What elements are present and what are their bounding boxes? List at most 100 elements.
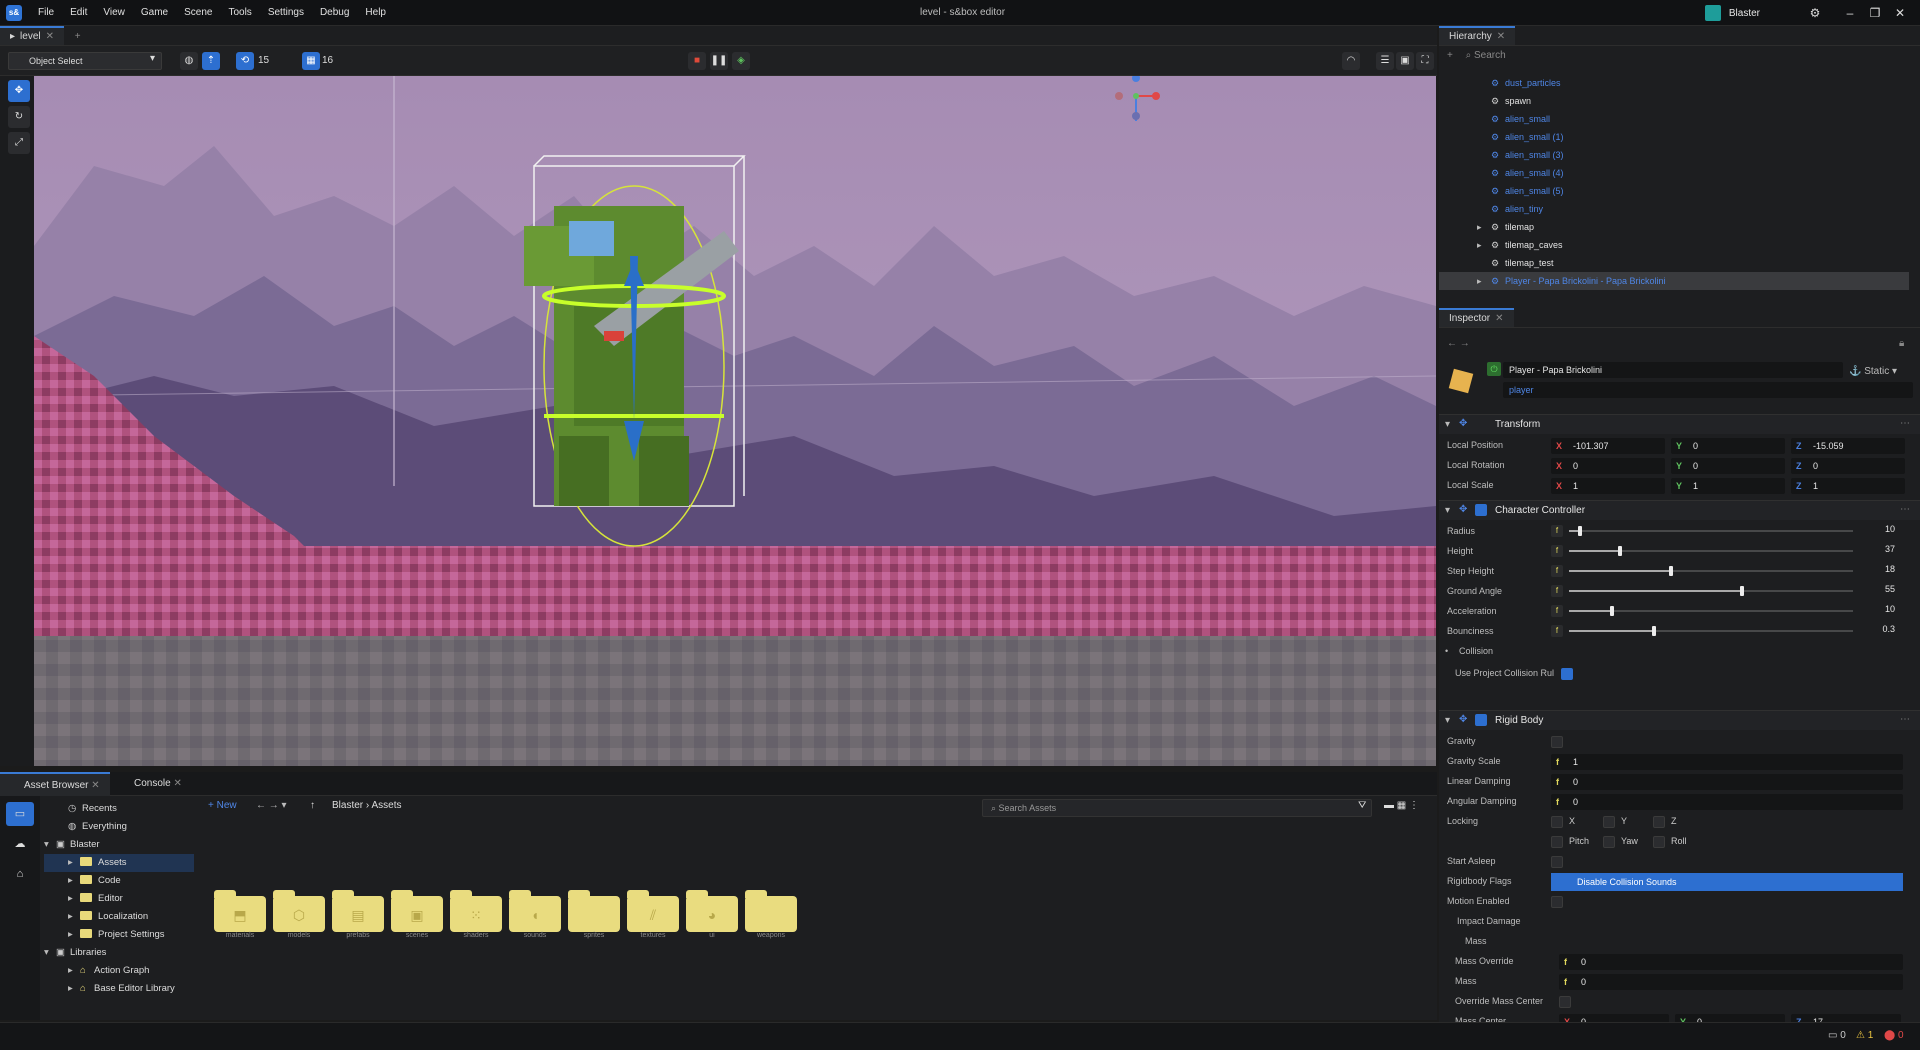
- property-slider[interactable]: f 10: [1551, 603, 1911, 619]
- layers-icon[interactable]: ☰: [1376, 52, 1394, 70]
- use-project-collision-checkbox[interactable]: [1561, 668, 1573, 680]
- menu-item-debug[interactable]: Debug: [312, 0, 357, 26]
- component-menu-icon[interactable]: ⋯: [1900, 418, 1910, 429]
- tree-item[interactable]: ▾ ▣ Libraries: [44, 944, 194, 962]
- slider-value[interactable]: 18: [1885, 564, 1895, 574]
- slider-value[interactable]: 10: [1885, 604, 1895, 614]
- breadcrumb-item[interactable]: Assets: [371, 800, 401, 811]
- snap-value[interactable]: 15: [258, 55, 269, 66]
- vector-x-field[interactable]: X1: [1551, 478, 1665, 494]
- scale-tool-icon[interactable]: ⤢: [8, 132, 30, 154]
- view-icon[interactable]: ▣: [1396, 52, 1414, 70]
- close-icon[interactable]: ✕: [1880, 0, 1920, 26]
- property-slider[interactable]: f 0.3: [1551, 623, 1911, 639]
- vector-x-field[interactable]: X -101.307: [1551, 438, 1665, 454]
- vector-y-field[interactable]: Y0: [1671, 458, 1785, 474]
- slider-knob[interactable]: [1609, 606, 1614, 616]
- asset-folder[interactable]: ◖: [509, 890, 561, 932]
- slider-value[interactable]: 10: [1885, 524, 1895, 534]
- slider-knob[interactable]: [1652, 626, 1657, 636]
- lock-lock_x-checkbox[interactable]: [1551, 816, 1563, 828]
- gear-icon[interactable]: ⚙: [1795, 0, 1835, 26]
- globe-icon[interactable]: ◍: [180, 52, 198, 70]
- filter-icon[interactable]: ⛛: [1358, 800, 1366, 811]
- local-space-icon[interactable]: ⇡: [202, 52, 220, 70]
- scene-viewport[interactable]: [34, 76, 1436, 766]
- property-slider[interactable]: f 10: [1551, 523, 1911, 539]
- component-enabled-checkbox[interactable]: [1475, 504, 1487, 516]
- fullscreen-icon[interactable]: ⛶: [1416, 52, 1434, 70]
- component-enabled-checkbox[interactable]: [1475, 714, 1487, 726]
- error-count[interactable]: ⬤ 0: [1884, 1030, 1904, 1041]
- up-icon[interactable]: ↑: [310, 800, 315, 811]
- tab-console[interactable]: Console ✕: [110, 772, 192, 796]
- tab-asset-browser[interactable]: Asset Browser ✕: [0, 772, 110, 796]
- menu-item-help[interactable]: Help: [357, 0, 394, 26]
- grid-icon[interactable]: ▦: [302, 52, 320, 70]
- vector-z-field[interactable]: Z -15.059: [1791, 438, 1905, 454]
- close-tab-icon[interactable]: ✕: [173, 778, 181, 789]
- back-icon[interactable]: ← → ▾: [256, 800, 287, 811]
- lock-lock_y-checkbox[interactable]: [1603, 816, 1615, 828]
- menu-item-settings[interactable]: Settings: [260, 0, 312, 26]
- property-slider[interactable]: f 37: [1551, 543, 1911, 559]
- property-checkbox[interactable]: [1551, 896, 1563, 908]
- new-button[interactable]: + New: [208, 800, 237, 811]
- yaw-checkbox[interactable]: [1603, 836, 1615, 848]
- vector-z-field[interactable]: Z0: [1791, 458, 1905, 474]
- tab-level[interactable]: ▸ level ✕: [0, 26, 64, 45]
- library-icon[interactable]: ⌂: [6, 862, 34, 886]
- asset-folder[interactable]: ▤: [332, 890, 384, 932]
- menu-item-scene[interactable]: Scene: [176, 0, 220, 26]
- asset-search-input[interactable]: ⌕ Search Assets: [982, 799, 1372, 817]
- tree-item[interactable]: ▸ ⌂ Action Graph: [44, 962, 194, 980]
- breadcrumb-item[interactable]: Blaster: [332, 800, 363, 811]
- component-header[interactable]: ▾ ✥ Rigid Body ⋯: [1439, 710, 1920, 730]
- tool-mode-select[interactable]: Object Select: [8, 52, 162, 70]
- override-mass-center-checkbox[interactable]: [1559, 996, 1571, 1008]
- menu-item-file[interactable]: File: [30, 0, 62, 26]
- asset-folder[interactable]: ⬒: [214, 890, 266, 932]
- slider-knob[interactable]: [1669, 566, 1674, 576]
- snap-icon[interactable]: ⟲: [236, 52, 254, 70]
- menu-item-view[interactable]: View: [95, 0, 133, 26]
- slider-value[interactable]: 37: [1885, 544, 1895, 554]
- close-tab-icon[interactable]: ✕: [91, 780, 99, 791]
- tree-item[interactable]: ◷ Recents: [44, 800, 194, 818]
- asset-folder[interactable]: ⫽: [627, 890, 679, 932]
- asset-folder-label[interactable]: weapons: [735, 932, 807, 939]
- grid-value[interactable]: 16: [322, 55, 333, 66]
- pause-icon[interactable]: ❚❚: [710, 52, 728, 70]
- account[interactable]: Blaster: [1704, 5, 1760, 21]
- slider-value[interactable]: 0.3: [1882, 624, 1895, 634]
- asset-folder[interactable]: [568, 890, 620, 932]
- asset-folder[interactable]: ▣: [391, 890, 443, 932]
- slider-value[interactable]: 55: [1885, 584, 1895, 594]
- tree-item[interactable]: ▾ ▣ Blaster: [44, 836, 194, 854]
- property-field[interactable]: f1: [1551, 754, 1903, 770]
- menu-item-game[interactable]: Game: [133, 0, 176, 26]
- asset-folder[interactable]: ⁙: [450, 890, 502, 932]
- tree-item[interactable]: ▸ Editor: [44, 890, 194, 908]
- view-mode-icon[interactable]: ▬ ▦ ⋮: [1384, 800, 1419, 811]
- vector-y-field[interactable]: Y1: [1671, 478, 1785, 494]
- property-field[interactable]: f0: [1559, 954, 1903, 970]
- tree-item[interactable]: ▸ Assets: [44, 854, 194, 872]
- asset-folder[interactable]: ⬡: [273, 890, 325, 932]
- move-tool-icon[interactable]: ✥: [8, 80, 30, 102]
- collapse-icon[interactable]: ▾: [1445, 419, 1450, 430]
- vector-x-field[interactable]: X0: [1551, 458, 1665, 474]
- slider-knob[interactable]: [1740, 586, 1745, 596]
- expand-arrow-icon[interactable]: ▾: [44, 836, 56, 854]
- tree-item[interactable]: ▸ ⌂ Base Editor Library: [44, 980, 194, 998]
- asset-folder[interactable]: [745, 890, 797, 932]
- tree-item[interactable]: ▸ Project Settings: [44, 926, 194, 944]
- pitch-checkbox[interactable]: [1551, 836, 1563, 848]
- property-field[interactable]: f0: [1551, 794, 1903, 810]
- property-checkbox[interactable]: [1551, 736, 1563, 748]
- component-header[interactable]: ▾ ✥ Transform ⋯: [1439, 414, 1920, 434]
- slider-knob[interactable]: [1618, 546, 1623, 556]
- warning-count[interactable]: ⚠ 1: [1856, 1030, 1873, 1041]
- cloud-icon[interactable]: ☁: [6, 832, 34, 856]
- property-slider[interactable]: f 55: [1551, 583, 1911, 599]
